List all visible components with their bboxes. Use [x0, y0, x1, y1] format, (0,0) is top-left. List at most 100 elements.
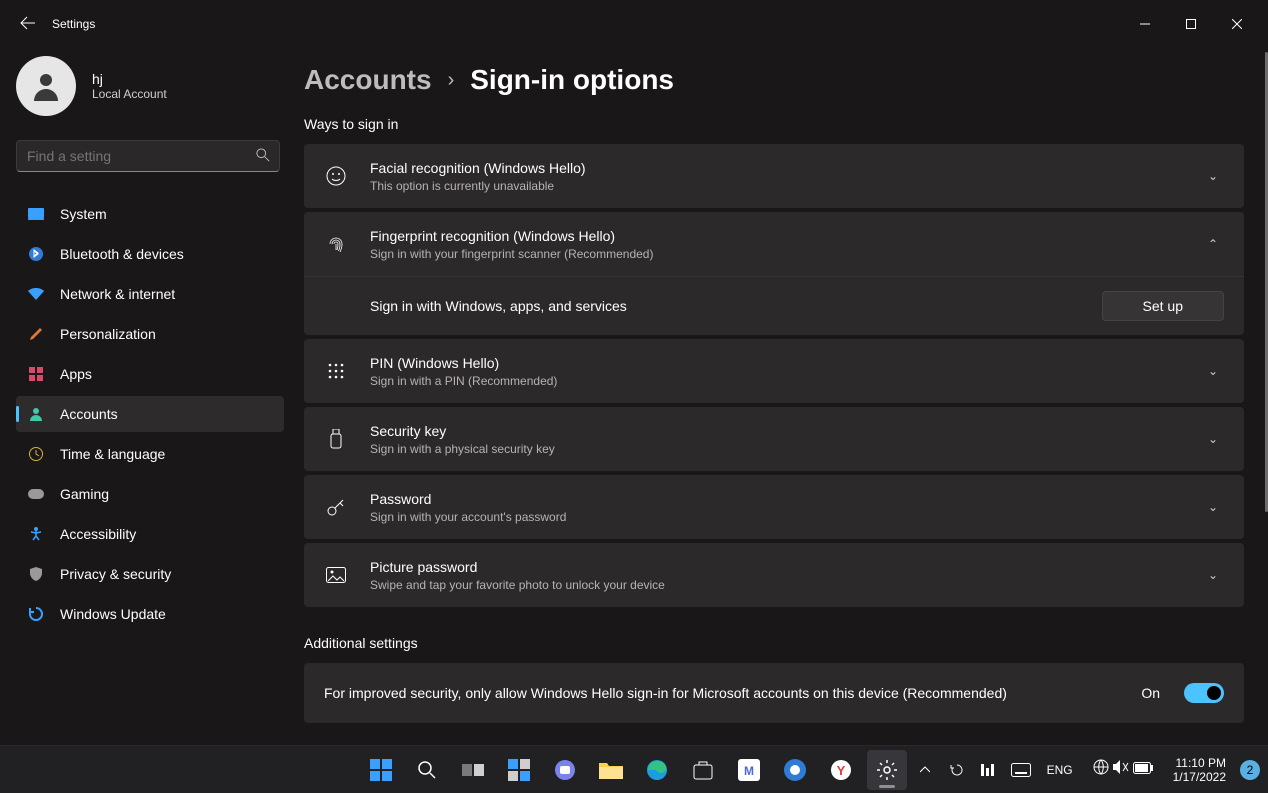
toggle-switch[interactable] — [1184, 683, 1224, 703]
taskbar-task-view[interactable] — [453, 750, 493, 790]
update-icon — [28, 606, 44, 622]
battery-icon — [1133, 761, 1153, 779]
widgets-icon — [508, 759, 530, 781]
maximize-button[interactable] — [1168, 8, 1214, 40]
sidebar-item-time-language[interactable]: Time & language — [16, 436, 284, 472]
taskbar-settings[interactable] — [867, 750, 907, 790]
signin-option-fingerprint: Fingerprint recognition (Windows Hello) … — [304, 212, 1244, 335]
taskbar-app-1[interactable]: M — [729, 750, 769, 790]
search-box — [16, 140, 284, 172]
signin-option-row[interactable]: PIN (Windows Hello) Sign in with a PIN (… — [304, 339, 1244, 403]
minimize-button[interactable] — [1122, 8, 1168, 40]
volume-icon — [1113, 760, 1129, 779]
taskbar-center: M Y — [361, 750, 907, 790]
sidebar-item-accessibility[interactable]: Accessibility — [16, 516, 284, 552]
profile-block[interactable]: hj Local Account — [16, 56, 284, 132]
edge-icon — [646, 759, 668, 781]
app-icon: Y — [830, 759, 852, 781]
arrow-left-icon — [20, 15, 36, 31]
signin-option-row[interactable]: Security key Sign in with a physical sec… — [304, 407, 1244, 471]
sidebar-item-label: Network & internet — [60, 286, 175, 302]
display-icon — [28, 206, 44, 222]
taskbar-store[interactable] — [683, 750, 723, 790]
sidebar-item-label: Privacy & security — [60, 566, 171, 582]
taskbar-app-2[interactable] — [775, 750, 815, 790]
person-icon — [28, 68, 64, 104]
close-button[interactable] — [1214, 8, 1260, 40]
sidebar-item-label: Accessibility — [60, 526, 136, 542]
signin-option-security-key: Security key Sign in with a physical sec… — [304, 407, 1244, 471]
sidebar-item-accounts[interactable]: Accounts — [16, 396, 284, 432]
section-heading-ways: Ways to sign in — [304, 116, 1244, 132]
taskbar-search[interactable] — [407, 750, 447, 790]
signin-option-row[interactable]: Password Sign in with your account's pas… — [304, 475, 1244, 539]
chevron-up-icon: ⌃ — [1202, 237, 1224, 251]
back-button[interactable] — [8, 15, 48, 34]
option-title: Password — [370, 489, 1180, 509]
sidebar-item-apps[interactable]: Apps — [16, 356, 284, 392]
sidebar-item-personalization[interactable]: Personalization — [16, 316, 284, 352]
clock-icon — [28, 446, 44, 462]
signin-option-pin: PIN (Windows Hello) Sign in with a PIN (… — [304, 339, 1244, 403]
accessibility-icon — [28, 526, 44, 542]
tray-app[interactable] — [977, 750, 1001, 790]
option-subtitle: Sign in with your fingerprint scanner (R… — [370, 246, 1180, 262]
taskbar-app-3[interactable]: Y — [821, 750, 861, 790]
sidebar-item-bluetooth[interactable]: Bluetooth & devices — [16, 236, 284, 272]
title-bar: Settings — [0, 0, 1268, 48]
sidebar-item-network[interactable]: Network & internet — [16, 276, 284, 312]
windows-icon — [370, 759, 392, 781]
sync-icon — [948, 764, 966, 776]
search-input[interactable] — [16, 140, 280, 172]
section-heading-additional: Additional settings — [304, 635, 1244, 651]
clock-time: 11:10 PM — [1173, 756, 1226, 770]
fingerprint-icon — [324, 234, 348, 254]
breadcrumb-parent[interactable]: Accounts — [304, 64, 432, 96]
signin-option-row[interactable]: Facial recognition (Windows Hello) This … — [304, 144, 1244, 208]
folder-icon — [599, 761, 623, 779]
image-icon — [324, 567, 348, 583]
sidebar-item-privacy[interactable]: Privacy & security — [16, 556, 284, 592]
app-icon: M — [738, 759, 760, 781]
taskbar-teams[interactable] — [545, 750, 585, 790]
usb-key-icon — [324, 429, 348, 449]
gear-icon — [876, 759, 898, 781]
tray-keyboard[interactable] — [1009, 750, 1033, 790]
tray-clock[interactable]: 11:10 PM 1/17/2022 — [1167, 756, 1232, 784]
close-icon — [1232, 19, 1242, 29]
option-title: Fingerprint recognition (Windows Hello) — [370, 226, 1180, 246]
taskbar-file-explorer[interactable] — [591, 750, 631, 790]
app-icon — [784, 759, 806, 781]
sidebar-item-system[interactable]: System — [16, 196, 284, 232]
setup-button[interactable]: Set up — [1102, 291, 1224, 321]
additional-hello-only: For improved security, only allow Window… — [304, 663, 1244, 723]
taskbar-tray: ENG 11:10 PM 1/17/2022 2 — [913, 750, 1260, 790]
taskbar-edge[interactable] — [637, 750, 677, 790]
taskbar-widgets[interactable] — [499, 750, 539, 790]
page-title: Sign-in options — [470, 64, 674, 96]
start-button[interactable] — [361, 750, 401, 790]
keyboard-icon — [1011, 763, 1031, 777]
chevron-down-icon: ⌄ — [1202, 364, 1224, 378]
signin-option-row[interactable]: Picture password Swipe and tap your favo… — [304, 543, 1244, 607]
sidebar-item-label: Bluetooth & devices — [60, 246, 184, 262]
gamepad-icon — [28, 486, 44, 502]
signin-option-facial: Facial recognition (Windows Hello) This … — [304, 144, 1244, 208]
notification-badge[interactable]: 2 — [1240, 760, 1260, 780]
shield-icon — [28, 566, 44, 582]
sidebar-item-label: Time & language — [60, 446, 165, 462]
sidebar-item-gaming[interactable]: Gaming — [16, 476, 284, 512]
signin-option-row[interactable]: Fingerprint recognition (Windows Hello) … — [304, 212, 1244, 276]
apps-icon — [28, 366, 44, 382]
tray-onedrive[interactable] — [945, 750, 969, 790]
tray-overflow[interactable] — [913, 750, 937, 790]
wifi-icon — [28, 286, 44, 302]
chevron-up-icon — [920, 766, 930, 774]
tray-language[interactable]: ENG — [1041, 763, 1079, 777]
search-icon[interactable] — [256, 148, 270, 165]
tray-network-sound-battery[interactable] — [1087, 759, 1159, 780]
profile-subtitle: Local Account — [92, 87, 167, 101]
option-title: Picture password — [370, 557, 1180, 577]
sidebar-item-windows-update[interactable]: Windows Update — [16, 596, 284, 632]
fingerprint-setup-row: Sign in with Windows, apps, and services… — [304, 276, 1244, 335]
